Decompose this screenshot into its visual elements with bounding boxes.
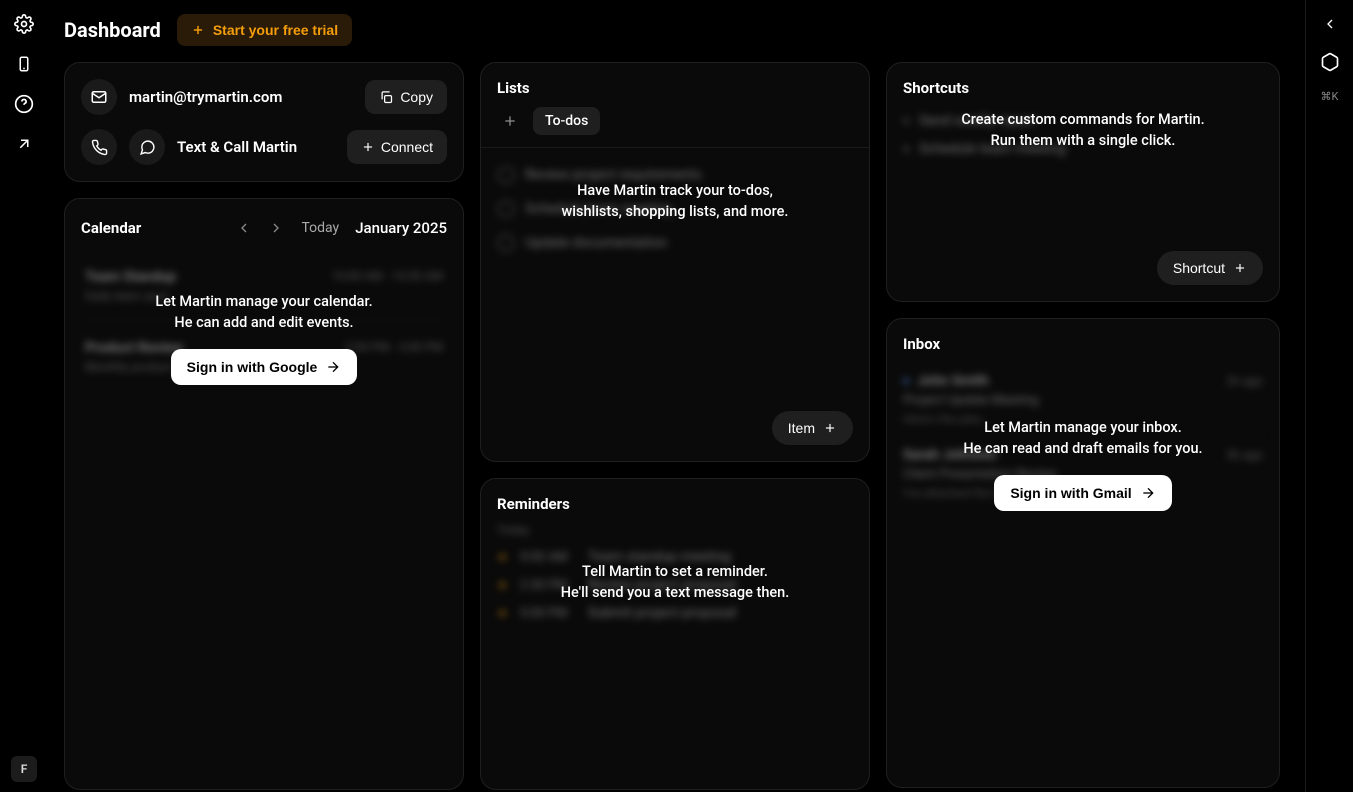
shortcuts-overlay-line2: Run them with a single click. bbox=[991, 132, 1176, 149]
plus-icon bbox=[823, 421, 837, 435]
copy-button[interactable]: Copy bbox=[365, 80, 447, 114]
shortcuts-title: Shortcuts bbox=[887, 63, 1279, 107]
prev-month-button[interactable] bbox=[231, 215, 257, 241]
reminders-overlay-line2: He'll send you a text message then. bbox=[561, 584, 790, 601]
arrow-right-icon bbox=[1140, 485, 1156, 501]
signin-google-button[interactable]: Sign in with Google bbox=[171, 349, 358, 385]
external-link-icon[interactable] bbox=[14, 134, 34, 154]
right-sidebar: ⌘K bbox=[1305, 0, 1353, 792]
email-address: martin@trymartin.com bbox=[129, 88, 353, 106]
arrow-right-icon bbox=[325, 359, 341, 375]
copy-label: Copy bbox=[400, 89, 433, 105]
inbox-title: Inbox bbox=[887, 319, 1279, 363]
add-shortcut-button[interactable]: Shortcut bbox=[1157, 251, 1263, 285]
lists-overlay-line2: wishlists, shopping lists, and more. bbox=[562, 203, 789, 220]
keyboard-shortcut: ⌘K bbox=[1321, 90, 1339, 103]
add-item-button[interactable]: Item bbox=[772, 411, 853, 445]
add-item-label: Item bbox=[788, 420, 815, 436]
month-label: January 2025 bbox=[355, 219, 447, 237]
plus-icon bbox=[502, 113, 518, 129]
settings-icon[interactable] bbox=[14, 14, 34, 34]
message-icon bbox=[129, 129, 165, 165]
start-trial-button[interactable]: Start your free trial bbox=[177, 14, 352, 46]
plus-icon bbox=[191, 23, 205, 37]
device-icon[interactable] bbox=[14, 54, 34, 74]
text-call-label: Text & Call Martin bbox=[177, 138, 335, 156]
calendar-overlay-line1: Let Martin manage your calendar. bbox=[155, 293, 372, 310]
lists-overlay-line1: Have Martin track your to-dos, bbox=[577, 182, 773, 199]
hexagon-icon[interactable] bbox=[1320, 52, 1340, 72]
lists-card: Lists To-dos Review project requirements… bbox=[480, 62, 870, 462]
mail-icon bbox=[81, 79, 117, 115]
page-title: Dashboard bbox=[64, 18, 161, 42]
add-shortcut-label: Shortcut bbox=[1173, 260, 1225, 276]
contact-card: martin@trymartin.com Copy Text & Call Ma… bbox=[64, 62, 464, 182]
chevron-right-icon bbox=[268, 220, 284, 236]
user-avatar[interactable]: F bbox=[11, 756, 37, 782]
tab-todos[interactable]: To-dos bbox=[533, 107, 600, 135]
connect-label: Connect bbox=[381, 139, 433, 155]
today-label[interactable]: Today bbox=[301, 220, 339, 236]
inbox-overlay-line1: Let Martin manage your inbox. bbox=[984, 419, 1181, 436]
signin-google-label: Sign in with Google bbox=[187, 359, 318, 375]
next-month-button[interactable] bbox=[263, 215, 289, 241]
plus-icon bbox=[361, 140, 375, 154]
left-sidebar: F bbox=[0, 0, 48, 792]
shortcuts-card: Shortcuts Send weekly report Schedule te… bbox=[886, 62, 1280, 302]
signin-gmail-button[interactable]: Sign in with Gmail bbox=[994, 475, 1171, 511]
reminders-title: Reminders bbox=[481, 479, 869, 523]
help-icon[interactable] bbox=[14, 94, 34, 114]
collapse-icon[interactable] bbox=[1320, 14, 1340, 34]
main-content: Dashboard Start your free trial martin@t… bbox=[48, 0, 1305, 792]
signin-gmail-label: Sign in with Gmail bbox=[1010, 485, 1131, 501]
lists-title: Lists bbox=[481, 63, 869, 107]
shortcuts-overlay-line1: Create custom commands for Martin. bbox=[961, 111, 1204, 128]
inbox-overlay-line2: He can read and draft emails for you. bbox=[963, 440, 1202, 457]
calendar-card: Calendar Today January 2025 10: bbox=[64, 198, 464, 790]
add-list-button[interactable] bbox=[497, 108, 523, 134]
reminders-card: Reminders Today ★9:00 AMTeam standup mee… bbox=[480, 478, 870, 790]
phone-icon bbox=[81, 129, 117, 165]
chevron-left-icon bbox=[236, 220, 252, 236]
start-trial-label: Start your free trial bbox=[213, 22, 338, 38]
copy-icon bbox=[379, 90, 394, 105]
header: Dashboard Start your free trial bbox=[64, 14, 1289, 46]
calendar-overlay-line2: He can add and edit events. bbox=[174, 314, 353, 331]
inbox-card: Inbox John Smith2h ago Project Update Me… bbox=[886, 318, 1280, 788]
connect-button[interactable]: Connect bbox=[347, 130, 447, 164]
plus-icon bbox=[1233, 261, 1247, 275]
reminders-overlay-line1: Tell Martin to set a reminder. bbox=[582, 563, 768, 580]
calendar-title: Calendar bbox=[81, 219, 141, 237]
